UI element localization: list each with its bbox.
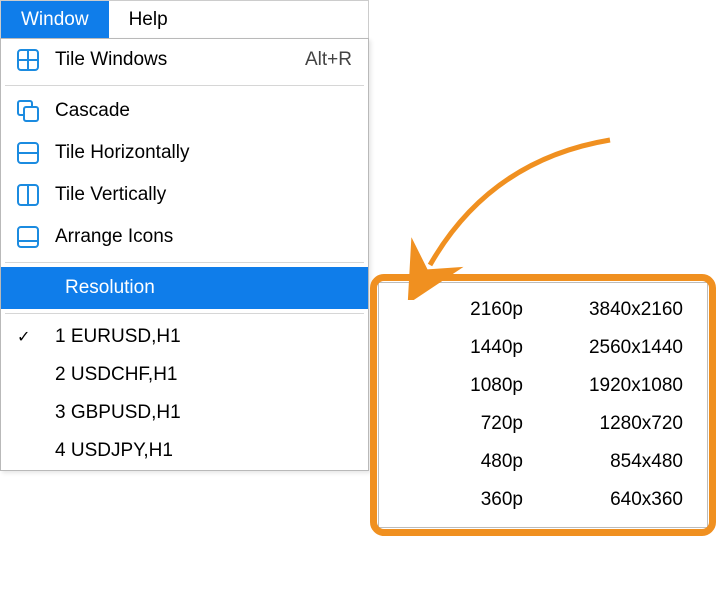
menubar-window[interactable]: Window (1, 1, 109, 38)
resolution-name: 1440p (403, 337, 523, 359)
window-item[interactable]: ✓ 1 EURUSD,H1 (1, 318, 368, 356)
tile-horizontal-icon (17, 142, 45, 164)
resolution-option[interactable]: 2160p 3840x2160 (379, 291, 707, 329)
resolution-dimensions: 854x480 (523, 451, 683, 473)
resolution-name: 480p (403, 451, 523, 473)
resolution-dimensions: 640x360 (523, 489, 683, 511)
resolution-name: 720p (403, 413, 523, 435)
menu-arrange-icons[interactable]: Arrange Icons (1, 216, 368, 258)
cascade-icon (17, 100, 45, 122)
menu-shortcut: Alt+R (305, 49, 352, 71)
arrange-icons-icon (17, 226, 45, 248)
menu-label: Tile Windows (45, 49, 305, 71)
resolution-option[interactable]: 480p 854x480 (379, 443, 707, 481)
check-icon: ✓ (17, 327, 45, 347)
resolution-name: 2160p (403, 299, 523, 321)
menu-label: Arrange Icons (45, 226, 352, 248)
resolution-option[interactable]: 1440p 2560x1440 (379, 329, 707, 367)
menu-label: Tile Horizontally (45, 142, 352, 164)
window-label: 4 USDJPY,H1 (45, 440, 352, 462)
resolution-name: 360p (403, 489, 523, 511)
menu-label: Cascade (45, 100, 352, 122)
separator (5, 262, 364, 263)
tile-windows-icon (17, 49, 45, 71)
arrow-callout (400, 130, 660, 300)
separator (5, 85, 364, 86)
resolution-option[interactable]: 360p 640x360 (379, 481, 707, 519)
window-menu-dropdown: Tile Windows Alt+R Cascade Tile Horizont… (0, 38, 369, 471)
window-label: 3 GBPUSD,H1 (45, 402, 352, 424)
resolution-dimensions: 2560x1440 (523, 337, 683, 359)
menu-cascade[interactable]: Cascade (1, 90, 368, 132)
window-label: 1 EURUSD,H1 (45, 326, 352, 348)
menu-resolution[interactable]: Resolution (1, 267, 368, 309)
window-item[interactable]: 2 USDCHF,H1 (1, 356, 368, 394)
menubar: Window Help (0, 0, 369, 38)
window-label: 2 USDCHF,H1 (45, 364, 352, 386)
window-item[interactable]: 3 GBPUSD,H1 (1, 394, 368, 432)
separator (5, 313, 364, 314)
resolution-name: 1080p (403, 375, 523, 397)
resolution-dimensions: 3840x2160 (523, 299, 683, 321)
resolution-option[interactable]: 1080p 1920x1080 (379, 367, 707, 405)
resolution-option[interactable]: 720p 1280x720 (379, 405, 707, 443)
menubar-help[interactable]: Help (109, 1, 188, 38)
resolution-dimensions: 1280x720 (523, 413, 683, 435)
open-windows-list: ✓ 1 EURUSD,H1 2 USDCHF,H1 3 GBPUSD,H1 4 … (1, 318, 368, 470)
window-item[interactable]: 4 USDJPY,H1 (1, 432, 368, 470)
menu-tile-windows[interactable]: Tile Windows Alt+R (1, 39, 368, 81)
menu-tile-vertically[interactable]: Tile Vertically (1, 174, 368, 216)
resolution-submenu: 2160p 3840x2160 1440p 2560x1440 1080p 19… (378, 282, 708, 528)
menu-label: Resolution (17, 277, 352, 299)
tile-vertical-icon (17, 184, 45, 206)
resolution-dimensions: 1920x1080 (523, 375, 683, 397)
menu-label: Tile Vertically (45, 184, 352, 206)
menu-tile-horizontally[interactable]: Tile Horizontally (1, 132, 368, 174)
